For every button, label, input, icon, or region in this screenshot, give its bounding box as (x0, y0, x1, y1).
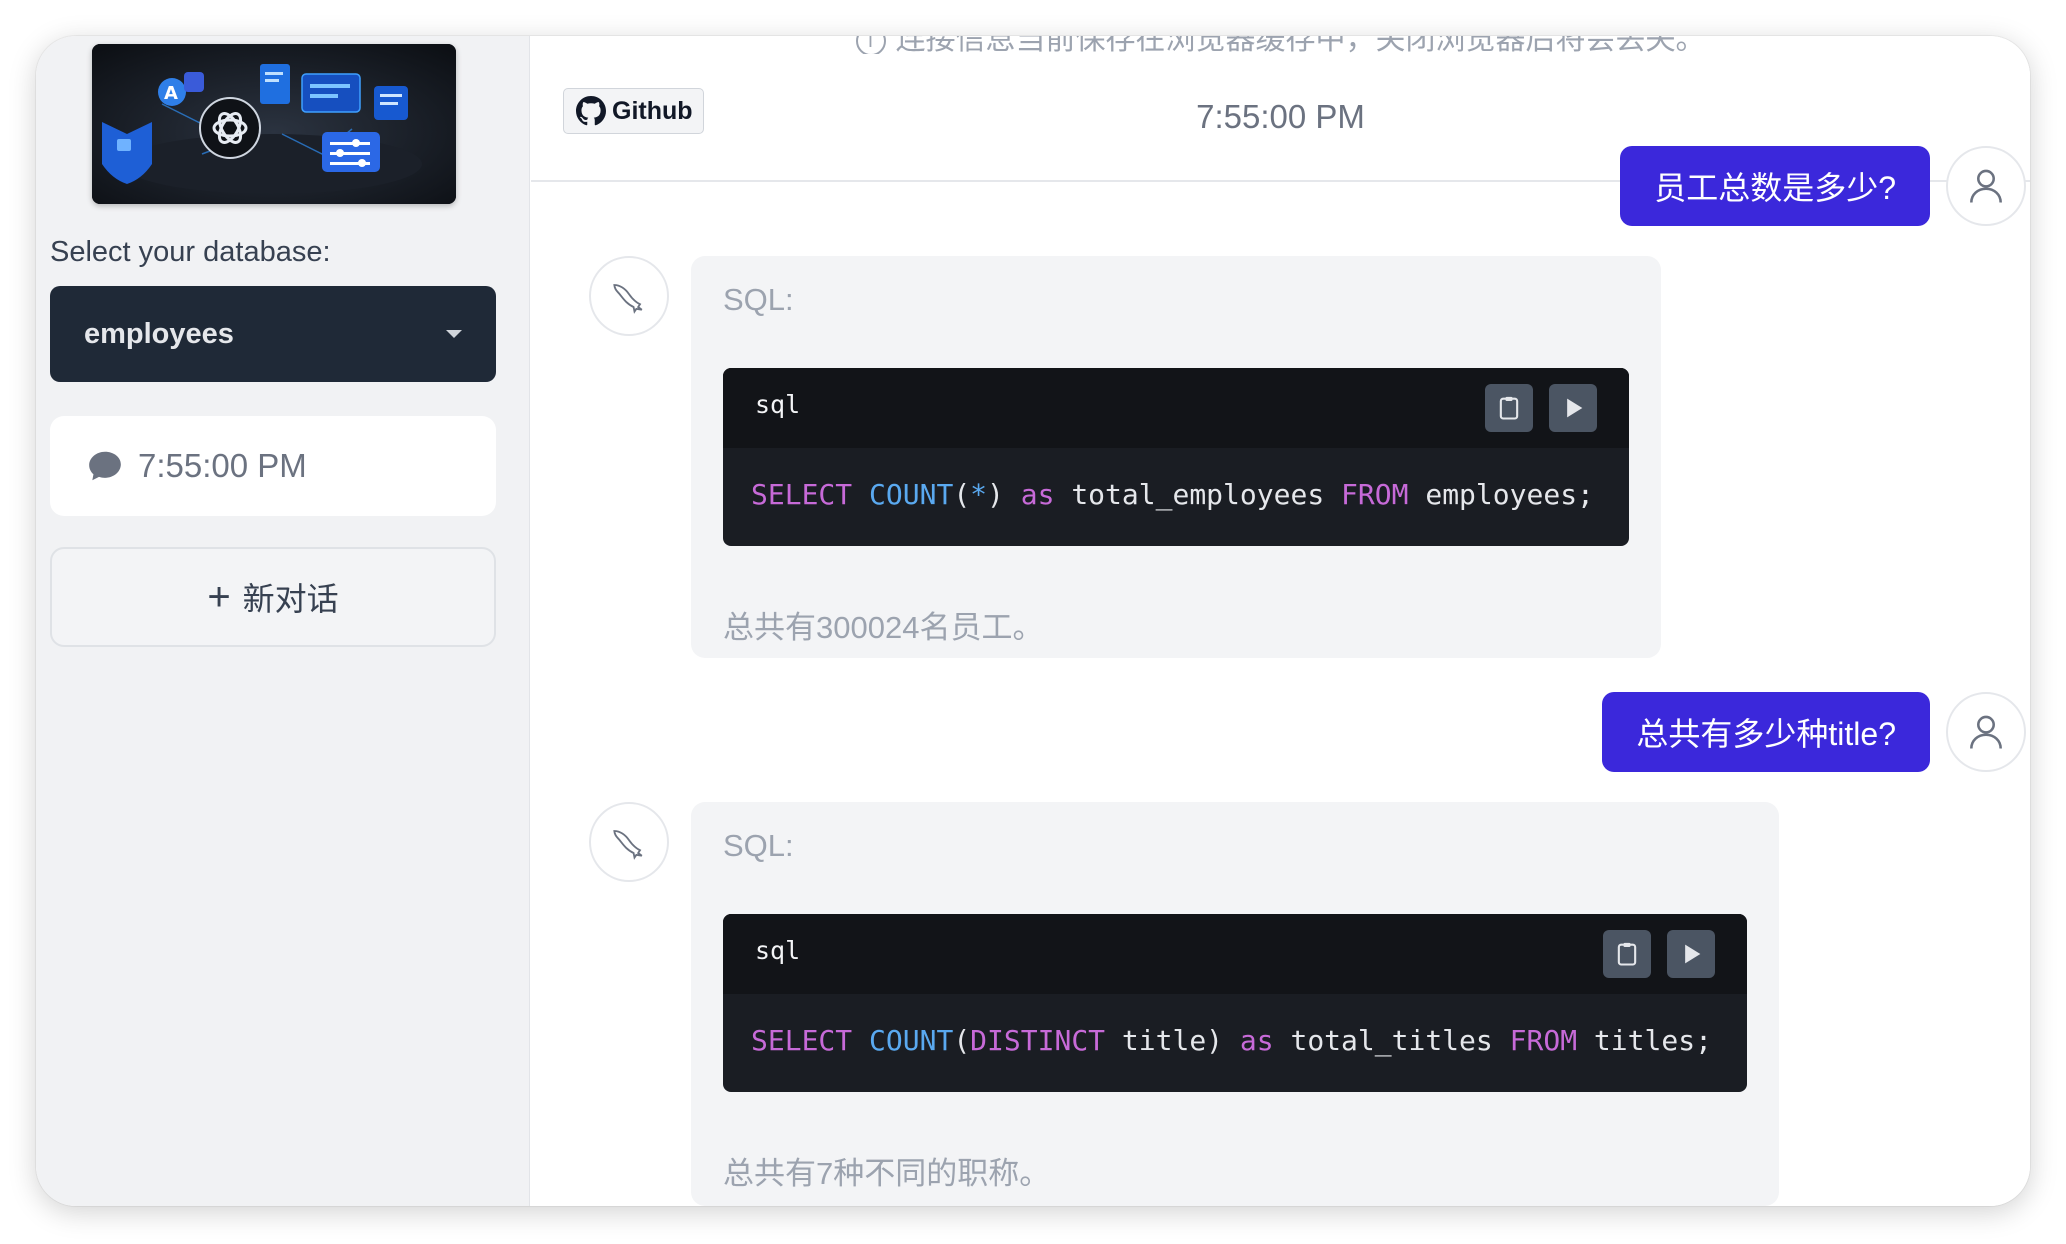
run-sql-button[interactable] (1549, 384, 1597, 432)
play-icon (1685, 944, 1701, 964)
user-avatar (1946, 146, 2026, 226)
new-chat-button[interactable]: + 新对话 (50, 547, 496, 647)
sql-token: COUNT (869, 1024, 954, 1057)
bot-message-card: SQL: sql SELECT (691, 802, 1779, 1206)
banner-image: A (92, 44, 456, 204)
chat-main: i 连接信息当前保存在浏览器缓存中，关闭浏览器后将会丢失。 Github 7:55… (531, 36, 2030, 1206)
sql-token: total_employees (1054, 478, 1342, 511)
database-select-label: Select your database: (50, 236, 331, 268)
app-window: A Select your database: employees 7:55:0… (36, 36, 2030, 1206)
chat-history-item[interactable]: 7:55:00 PM (50, 416, 496, 516)
sql-token: FROM (1509, 1024, 1578, 1057)
sql-token: ( (953, 478, 971, 511)
sql-token: COUNT (869, 478, 954, 511)
sql-label: SQL: (723, 828, 794, 863)
sql-token: FROM (1341, 478, 1409, 511)
bot-avatar (589, 802, 669, 882)
sql-label: SQL: (723, 282, 794, 317)
sql-token: DISTINCT (970, 1024, 1106, 1057)
bot-answer-text: 总共有7种不同的职称。 (723, 1156, 1051, 1191)
user-message-text: 总共有多少种title? (1636, 716, 1896, 752)
run-sql-button[interactable] (1667, 930, 1715, 978)
code-header: sql (723, 914, 1747, 994)
bot-message-card: SQL: sql SELECT (691, 256, 1661, 658)
user-message: 总共有多少种title? (1602, 692, 1930, 772)
sql-token: * (970, 478, 988, 511)
chat-bubble-icon (89, 451, 121, 481)
notice-banner: i 连接信息当前保存在浏览器缓存中，关闭浏览器后将会丢失。 (531, 36, 2030, 54)
mysql-dolphin-icon (613, 830, 643, 860)
sql-code-block: sql SELECT COUNT(*) as total_employees F… (723, 368, 1629, 546)
chat-history-label: 7:55:00 PM (138, 447, 307, 484)
info-icon: i (855, 36, 886, 54)
sql-token: employees; (1408, 478, 1594, 511)
copy-code-button[interactable] (1603, 930, 1651, 978)
sql-token: SELECT (751, 1024, 853, 1057)
mysql-dolphin-icon (613, 284, 643, 314)
clipboard-icon (1617, 942, 1637, 966)
banner-illustration: A (92, 44, 456, 204)
caret-down-icon (446, 330, 462, 338)
sql-token: SELECT (751, 478, 853, 511)
user-avatar (1946, 692, 2026, 772)
chat-title-time: 7:55:00 PM (1196, 98, 1365, 135)
database-select-value: employees (84, 317, 234, 350)
sql-code-block: sql SELECT COUNT(DISTINCT title) as tota… (723, 914, 1747, 1092)
sql-code: SELECT COUNT(*) as total_employees FROM … (751, 478, 1594, 511)
code-header: sql (723, 368, 1629, 448)
code-language: sql (755, 390, 801, 419)
bot-answer-text: 总共有300024名员工。 (723, 610, 1044, 645)
plus-icon: + (207, 574, 231, 619)
notice-text: 连接信息当前保存在浏览器缓存中，关闭浏览器后将会丢失。 (895, 36, 1706, 54)
clipboard-icon (1499, 396, 1519, 420)
svg-text:A: A (164, 83, 178, 104)
sql-token: title) (1105, 1024, 1240, 1057)
sql-token: ( (953, 1024, 971, 1057)
play-icon (1567, 398, 1583, 418)
new-chat-label: 新对话 (242, 581, 339, 617)
sql-token: as (1020, 478, 1055, 511)
code-language: sql (755, 936, 801, 965)
user-icon (1970, 715, 2002, 749)
user-icon (1970, 169, 2002, 203)
sql-token: total_titles (1273, 1024, 1510, 1057)
sql-token: as (1239, 1024, 1274, 1057)
sql-code: SELECT COUNT(DISTINCT title) as total_ti… (751, 1024, 1712, 1057)
bot-avatar (589, 256, 669, 336)
copy-code-button[interactable] (1485, 384, 1533, 432)
sidebar: A Select your database: employees 7:55:0… (36, 36, 530, 1206)
database-select[interactable]: employees (50, 286, 496, 382)
sql-token: ) (987, 478, 1021, 511)
sql-token: titles; (1577, 1024, 1712, 1057)
user-message: 员工总数是多少? (1620, 146, 1930, 226)
user-message-text: 员工总数是多少? (1654, 170, 1896, 206)
